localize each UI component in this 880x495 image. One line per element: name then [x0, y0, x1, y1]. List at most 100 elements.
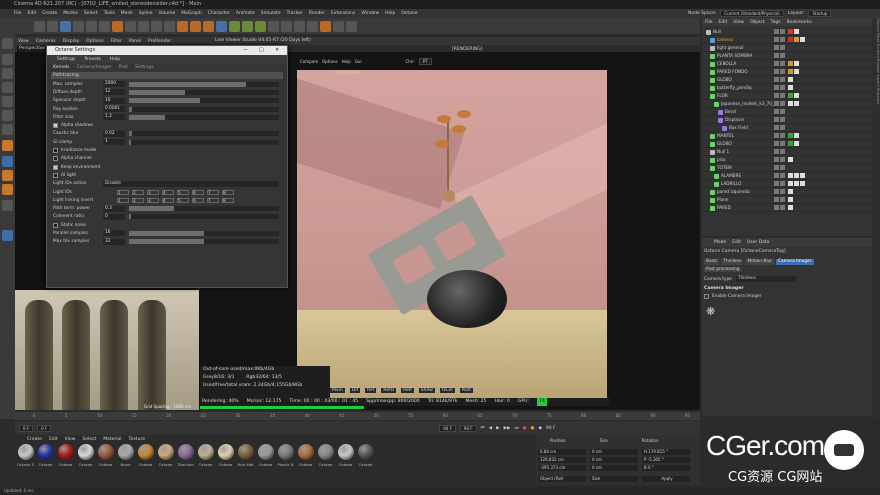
- tag-icon[interactable]: [788, 37, 793, 42]
- tag-icon[interactable]: [794, 37, 799, 42]
- menu-select[interactable]: Select: [84, 11, 98, 16]
- mat-menu-edit[interactable]: Edit: [49, 437, 58, 442]
- size-mode-select[interactable]: Size: [590, 476, 638, 482]
- menu-mograph[interactable]: MoGraph: [181, 11, 201, 16]
- preview-end-field[interactable]: 90 F: [459, 424, 477, 432]
- deformer-icon[interactable]: [268, 20, 279, 32]
- render-settings-icon[interactable]: [203, 20, 214, 32]
- current-frame-field[interactable]: 0 F: [37, 424, 52, 432]
- octane-live-viewer-icon[interactable]: [320, 20, 331, 32]
- visibility-flags[interactable]: [774, 141, 785, 146]
- object-item[interactable]: camera: [702, 36, 872, 44]
- material-item[interactable]: Octane: [157, 444, 174, 474]
- pass-post[interactable]: Post: [459, 388, 473, 393]
- autokey-icon[interactable]: ●: [531, 426, 535, 431]
- material-item[interactable]: Octane: [37, 444, 54, 474]
- obj-menu-tags[interactable]: Tags: [771, 20, 781, 25]
- tag-icon[interactable]: [794, 133, 799, 138]
- tag-icon[interactable]: [788, 29, 793, 34]
- attr-tab-motion-blur[interactable]: Motion Blur: [745, 259, 775, 265]
- tag-icon[interactable]: [788, 61, 793, 66]
- attr-menu-mode[interactable]: Mode: [714, 240, 726, 245]
- light-link-2[interactable]: 2: [132, 197, 144, 204]
- next-frame-icon[interactable]: ▶▶: [504, 426, 511, 431]
- param-field[interactable]: 0.0001: [103, 106, 125, 113]
- object-item[interactable]: pared izquierda: [702, 188, 872, 196]
- attr-menu-edit[interactable]: Edit: [732, 240, 741, 245]
- material-item[interactable]: None: [117, 444, 134, 474]
- tag-icon[interactable]: [788, 133, 793, 138]
- tag-icon[interactable]: [800, 37, 805, 42]
- object-item[interactable]: ALAMBRE: [702, 172, 872, 180]
- rotate-icon[interactable]: [99, 20, 110, 32]
- tag-icon[interactable]: [788, 189, 793, 194]
- minimize-icon[interactable]: —: [243, 46, 248, 55]
- tab-settings[interactable]: Settings: [135, 65, 153, 70]
- viewport-menu-panel[interactable]: Panel: [129, 39, 141, 44]
- light-id-5[interactable]: 5: [177, 189, 189, 196]
- octane-material-icon[interactable]: [346, 20, 357, 32]
- light-id-7[interactable]: 7: [207, 189, 219, 196]
- material-item[interactable]: Octane: [357, 444, 374, 474]
- menu-window[interactable]: Window: [361, 11, 379, 16]
- object-item[interactable]: piso: [702, 156, 872, 164]
- render-view-icon[interactable]: [177, 20, 188, 32]
- play-icon[interactable]: ▶: [496, 426, 499, 431]
- live-viewer-menu-gui[interactable]: Gui: [355, 59, 362, 64]
- object-item[interactable]: Bend: [702, 108, 872, 116]
- object-item[interactable]: MANTEL: [702, 132, 872, 140]
- menu-tools[interactable]: Tools: [104, 11, 115, 16]
- menu-tracker[interactable]: Tracker: [287, 11, 303, 16]
- prev-frame-icon[interactable]: ◀: [489, 426, 492, 431]
- render-picture-viewer-icon[interactable]: [190, 20, 201, 32]
- object-item[interactable]: Null 1: [702, 148, 872, 156]
- light-link-4[interactable]: 4: [162, 197, 174, 204]
- object-item[interactable]: LADRILLO: [702, 180, 872, 188]
- static-noise-checkbox[interactable]: [53, 222, 58, 228]
- menu-render[interactable]: Render: [309, 11, 325, 16]
- obj-menu-file[interactable]: File: [705, 20, 713, 25]
- viewport-menu-display[interactable]: Display: [63, 39, 80, 44]
- object-item[interactable]: Plane: [702, 196, 872, 204]
- camera-icon[interactable]: [294, 20, 305, 32]
- snap-icon[interactable]: [2, 184, 13, 195]
- material-item[interactable]: Octane: [257, 444, 274, 474]
- position-x-field[interactable]: 6.84 cm: [538, 449, 586, 455]
- x-axis-icon[interactable]: [125, 20, 136, 32]
- size-x-field[interactable]: 0 cm: [590, 449, 638, 455]
- param-slider[interactable]: [129, 89, 279, 95]
- obj-menu-edit[interactable]: Edit: [719, 20, 728, 25]
- tag-icon[interactable]: [788, 173, 793, 178]
- coord-mode-select[interactable]: Object (Rel): [538, 476, 586, 482]
- menu-create[interactable]: Create: [42, 11, 57, 16]
- redo-icon[interactable]: [47, 20, 58, 32]
- tag-icon[interactable]: [794, 173, 799, 178]
- material-item[interactable]: Hair Mat: [237, 444, 254, 474]
- menu-modes[interactable]: Modes: [63, 11, 78, 16]
- edges-mode-icon[interactable]: [2, 110, 13, 121]
- material-item[interactable]: Octane: [337, 444, 354, 474]
- visibility-flags[interactable]: [774, 173, 785, 178]
- attr-tab-basic[interactable]: Basic: [704, 259, 720, 265]
- param-slider[interactable]: [129, 81, 279, 87]
- viewport-solo-icon[interactable]: [2, 230, 13, 241]
- coordinate-system-icon[interactable]: [164, 20, 175, 32]
- visibility-flags[interactable]: [774, 157, 785, 162]
- keyframe-icon[interactable]: ◆: [538, 426, 541, 431]
- menu-animate[interactable]: Animate: [236, 11, 255, 16]
- mat-menu-material[interactable]: Material: [103, 437, 121, 442]
- alpha-shadows-checkbox[interactable]: [53, 123, 58, 129]
- spline-pen-icon[interactable]: [229, 20, 240, 32]
- octane-settings-window[interactable]: Octane Settings — □ ✕ Settings Presets H…: [46, 45, 288, 288]
- parallel-samples-slider[interactable]: [129, 230, 279, 236]
- tab-kernels[interactable]: Kernels: [53, 65, 69, 70]
- rotation-p-field[interactable]: P -5.305 °: [642, 457, 690, 463]
- pass-refl[interactable]: Refl: [401, 388, 414, 393]
- material-item[interactable]: Plastic B: [277, 444, 294, 474]
- tag-icon[interactable]: [788, 197, 793, 202]
- menu-file[interactable]: File: [14, 11, 22, 16]
- light-icon[interactable]: [307, 20, 318, 32]
- path-term-power-slider[interactable]: [129, 206, 279, 212]
- visibility-flags[interactable]: [774, 53, 785, 58]
- menu-spline[interactable]: Spline: [139, 11, 153, 16]
